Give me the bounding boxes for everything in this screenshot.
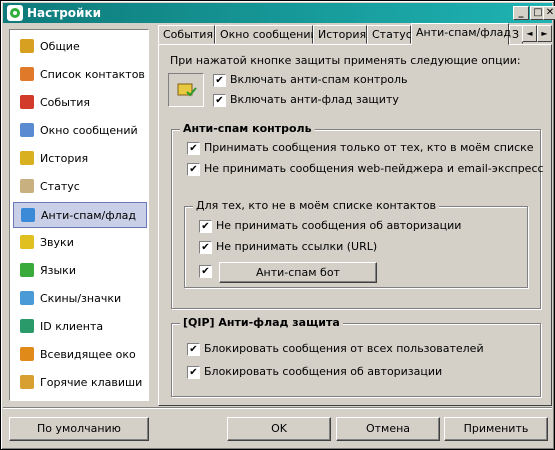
tab-strip: События Окно сообщений История Статус Ан… (158, 23, 552, 45)
block-webpager-label: Не принимать сообщения web-пейджера и em… (204, 162, 544, 175)
only-contacts-checkbox[interactable]: ✔ (187, 142, 200, 155)
block-all-users-checkbox[interactable]: ✔ (187, 343, 200, 356)
app-icon (7, 5, 23, 21)
antiflood-group: [QIP] Анти-флад защита (171, 316, 541, 397)
sidebar-item-languages[interactable]: Языки (13, 258, 147, 284)
sidebar-item-hotkeys[interactable]: Горячие клавиши (13, 370, 147, 396)
defaults-button[interactable]: По умолчанию (9, 417, 149, 441)
contacts-icon (20, 67, 34, 81)
client-id-icon (20, 319, 34, 333)
block-webpager-checkbox[interactable]: ✔ (187, 163, 200, 176)
settings-window: Настройки _ □ ✕ Общие Список контактов С… (0, 0, 555, 450)
tab-sounds-partial[interactable]: З (509, 25, 523, 44)
antiflood-group-title: [QIP] Анти-флад защита (180, 316, 343, 329)
history-icon (20, 151, 34, 165)
skins-icon (20, 291, 34, 305)
message-window-icon (20, 123, 34, 137)
sidebar-item-contacts[interactable]: Список контактов (13, 62, 147, 88)
antispam-bot-button[interactable]: Анти-спам бот (219, 262, 377, 283)
sidebar-item-label: Скины/значки (40, 292, 122, 305)
block-urls-checkbox[interactable]: ✔ (199, 241, 212, 254)
only-contacts-label: Принимать сообщения только от тех, кто в… (204, 141, 534, 154)
status-icon (20, 179, 34, 193)
block-auth-requests-checkbox[interactable]: ✔ (199, 220, 212, 233)
sidebar-item-label: История (40, 152, 89, 165)
eye-icon (20, 347, 34, 361)
sidebar-item-label: Всевидящее око (40, 348, 136, 361)
antispam-group-title: Анти-спам контроль (180, 122, 315, 135)
protection-intro-text: При нажатой кнопке защиты применять след… (170, 54, 521, 67)
sidebar-item-label: Анти-спам/флад (41, 209, 137, 222)
sidebar-item-label: Общие (40, 40, 80, 53)
events-icon (20, 95, 34, 109)
enable-antiflood-label: Включать анти-флад защиту (230, 93, 399, 106)
sidebar-item-label: Список контактов (40, 68, 145, 81)
sidebar-item-sounds[interactable]: Звуки (13, 230, 147, 256)
ok-button[interactable]: OK (227, 417, 331, 441)
sidebar-item-history[interactable]: История (13, 146, 147, 172)
tab-antispam[interactable]: Анти-спам/флад (411, 23, 511, 45)
block-all-users-label: Блокировать сообщения от всех пользовате… (204, 342, 484, 355)
tab-scroll-right-icon[interactable]: ► (537, 25, 552, 42)
sidebar-item-events[interactable]: События (13, 90, 147, 116)
sidebar-item-skins[interactable]: Скины/значки (13, 286, 147, 312)
enable-antispam-label: Включать анти-спам контроль (230, 73, 408, 86)
sidebar-item-message-window[interactable]: Окно сообщений (13, 118, 147, 144)
sidebar-item-all-seeing-eye[interactable]: Всевидящее око (13, 342, 147, 368)
sidebar-item-client-id[interactable]: ID клиента (13, 314, 147, 340)
close-button[interactable]: ✕ (543, 6, 555, 20)
sidebar-item-antispam[interactable]: Анти-спам/флад (13, 202, 147, 228)
footer-divider (3, 407, 552, 409)
sidebar-item-label: События (40, 96, 91, 109)
protection-image (168, 73, 204, 107)
tab-message-window[interactable]: Окно сообщений (215, 25, 318, 44)
tab-events[interactable]: События (158, 25, 215, 44)
hotkeys-icon (20, 375, 34, 389)
settings-category-list[interactable]: Общие Список контактов События Окно сооб… (9, 29, 149, 401)
block-auth-flood-checkbox[interactable]: ✔ (187, 366, 200, 379)
window-title: Настройки (27, 6, 102, 20)
sidebar-item-label: Горячие клавиши (40, 376, 143, 389)
antispam-icon (21, 208, 35, 222)
sidebar-item-status[interactable]: Статус (13, 174, 147, 200)
settings-icon (20, 39, 34, 53)
enable-antispam-checkbox[interactable]: ✔ (213, 74, 226, 87)
block-auth-flood-label: Блокировать сообщения об авторизации (204, 365, 443, 378)
title-bar[interactable]: Настройки _ □ ✕ (3, 3, 555, 23)
tab-scroll-left-icon[interactable]: ◄ (522, 25, 537, 42)
tab-history[interactable]: История (313, 25, 367, 44)
sidebar-item-label: Языки (40, 264, 76, 277)
sounds-icon (20, 235, 34, 249)
tab-status[interactable]: Статус (367, 25, 412, 44)
apply-button[interactable]: Применить (444, 417, 548, 441)
not-in-list-group-title: Для тех, кто не в моём списке контактов (193, 199, 440, 212)
minimize-button[interactable]: _ (513, 6, 529, 20)
block-urls-label: Не принимать ссылки (URL) (216, 240, 378, 253)
sidebar-item-general[interactable]: Общие (13, 34, 147, 60)
antispam-bot-checkbox[interactable]: ✔ (199, 265, 212, 278)
sidebar-item-label: Статус (40, 180, 80, 193)
sidebar-item-label: Звуки (40, 236, 74, 249)
sidebar-item-label: ID клиента (40, 320, 104, 333)
block-auth-requests-label: Не принимать сообщения об авторизации (216, 219, 462, 232)
cancel-button[interactable]: Отмена (336, 417, 440, 441)
shield-check-icon (177, 83, 197, 97)
languages-icon (20, 263, 34, 277)
enable-antiflood-checkbox[interactable]: ✔ (213, 94, 226, 107)
sidebar-item-label: Окно сообщений (40, 124, 138, 137)
